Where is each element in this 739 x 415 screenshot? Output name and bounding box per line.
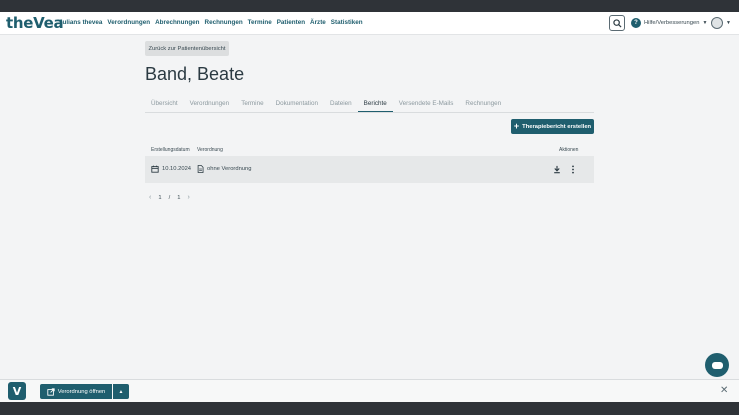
open-verordnung-button[interactable]: Verordnung öffnen <box>40 384 112 399</box>
tab-dateien[interactable]: Dateien <box>324 100 358 112</box>
open-verordnung-dropdown-button[interactable]: ▲ <box>113 384 129 399</box>
search-button[interactable] <box>609 15 625 31</box>
tab-verordnungen[interactable]: Verordnungen <box>184 100 236 112</box>
close-icon[interactable]: ✕ <box>720 385 728 396</box>
help-label: Hilfe/Verbesserungen <box>644 20 700 26</box>
create-therapy-report-label: Therapiebericht erstellen <box>522 123 592 130</box>
more-vertical-icon[interactable] <box>571 165 575 174</box>
tab-versendete-emails[interactable]: Versendete E-Mails <box>393 100 460 112</box>
tab-berichte[interactable]: Berichte <box>357 100 393 112</box>
download-icon[interactable] <box>553 165 561 174</box>
pagination-total: 1 <box>177 194 181 201</box>
menu-item-rechnungen[interactable]: Rechnungen <box>205 19 243 26</box>
avatar-chevron-down-icon[interactable]: ▼ <box>726 20 731 26</box>
app-page: theVea Julians thevea Verordnungen Abrec… <box>0 12 739 402</box>
help-icon: ? <box>631 18 641 28</box>
menu-item-abrechnungen[interactable]: Abrechnungen <box>155 19 199 26</box>
chevron-down-icon: ▼ <box>702 20 708 26</box>
menu-item-patienten[interactable]: Patienten <box>277 19 305 26</box>
tabs-divider <box>145 112 594 113</box>
open-verordnung-label: Verordnung öffnen <box>57 388 106 395</box>
pagination-prev-icon[interactable]: ‹ <box>149 194 151 201</box>
document-icon <box>197 165 204 173</box>
plus-icon: + <box>513 121 520 131</box>
chevron-up-icon: ▲ <box>118 388 124 395</box>
report-verordnung-cell: ohne Verordnung <box>197 165 251 173</box>
create-therapy-report-button[interactable]: + Therapiebericht erstellen <box>511 119 594 134</box>
report-date: 10.10.2024 <box>162 166 192 172</box>
table-row[interactable]: 10.10.2024 ohne Verordnung <box>145 156 594 183</box>
back-to-patient-overview-button[interactable]: Zurück zur Patientenübersicht <box>145 41 229 56</box>
menu-item-termine[interactable]: Termine <box>248 19 272 26</box>
patient-tabs: Übersicht Verordnungen Termine Dokumenta… <box>145 100 507 112</box>
page-title: Band, Beate <box>145 64 245 84</box>
tab-dokumentation[interactable]: Dokumentation <box>270 100 324 112</box>
calendar-icon <box>151 165 159 173</box>
chat-button[interactable] <box>705 353 729 377</box>
menu-item-statistiken[interactable]: Statistiken <box>331 19 363 26</box>
menu-item-aerzte[interactable]: Ärzte <box>310 19 326 26</box>
tab-rechnungen[interactable]: Rechnungen <box>459 100 507 112</box>
thevea-v-logo[interactable]: V <box>8 382 26 400</box>
open-external-icon <box>47 387 55 396</box>
pagination-separator: / <box>168 194 171 201</box>
thevea-logo[interactable]: theVea <box>6 14 64 32</box>
report-date-cell: 10.10.2024 <box>151 165 191 173</box>
pagination-next-icon[interactable]: › <box>187 194 189 201</box>
pagination-current: 1 <box>158 194 162 201</box>
avatar[interactable] <box>711 17 723 29</box>
top-navigation: theVea Julians thevea Verordnungen Abrec… <box>0 12 739 35</box>
tab-uebersicht[interactable]: Übersicht <box>145 100 184 112</box>
tab-termine[interactable]: Termine <box>235 100 269 112</box>
main-menu: Julians thevea Verordnungen Abrechnungen… <box>59 19 363 26</box>
bottom-bar: V Verordnung öffnen ▲ ✕ <box>0 379 739 402</box>
pagination: ‹ 1 / 1 › <box>149 194 190 201</box>
column-header-actions: Aktionen <box>559 147 579 153</box>
window-top-strip <box>0 0 739 12</box>
column-header-verordnung[interactable]: Verordnung <box>197 147 223 153</box>
menu-item-verordnungen[interactable]: Verordnungen <box>107 19 150 26</box>
help-menu[interactable]: ? Hilfe/Verbesserungen ▼ <box>631 18 707 28</box>
chat-bubble-icon <box>711 361 723 369</box>
search-icon <box>612 18 622 28</box>
column-header-date[interactable]: Erstellungsdatum <box>151 147 190 153</box>
window-bottom-strip <box>0 402 739 415</box>
menu-item-julians-thevea[interactable]: Julians thevea <box>59 19 102 26</box>
report-verordnung: ohne Verordnung <box>207 166 252 172</box>
